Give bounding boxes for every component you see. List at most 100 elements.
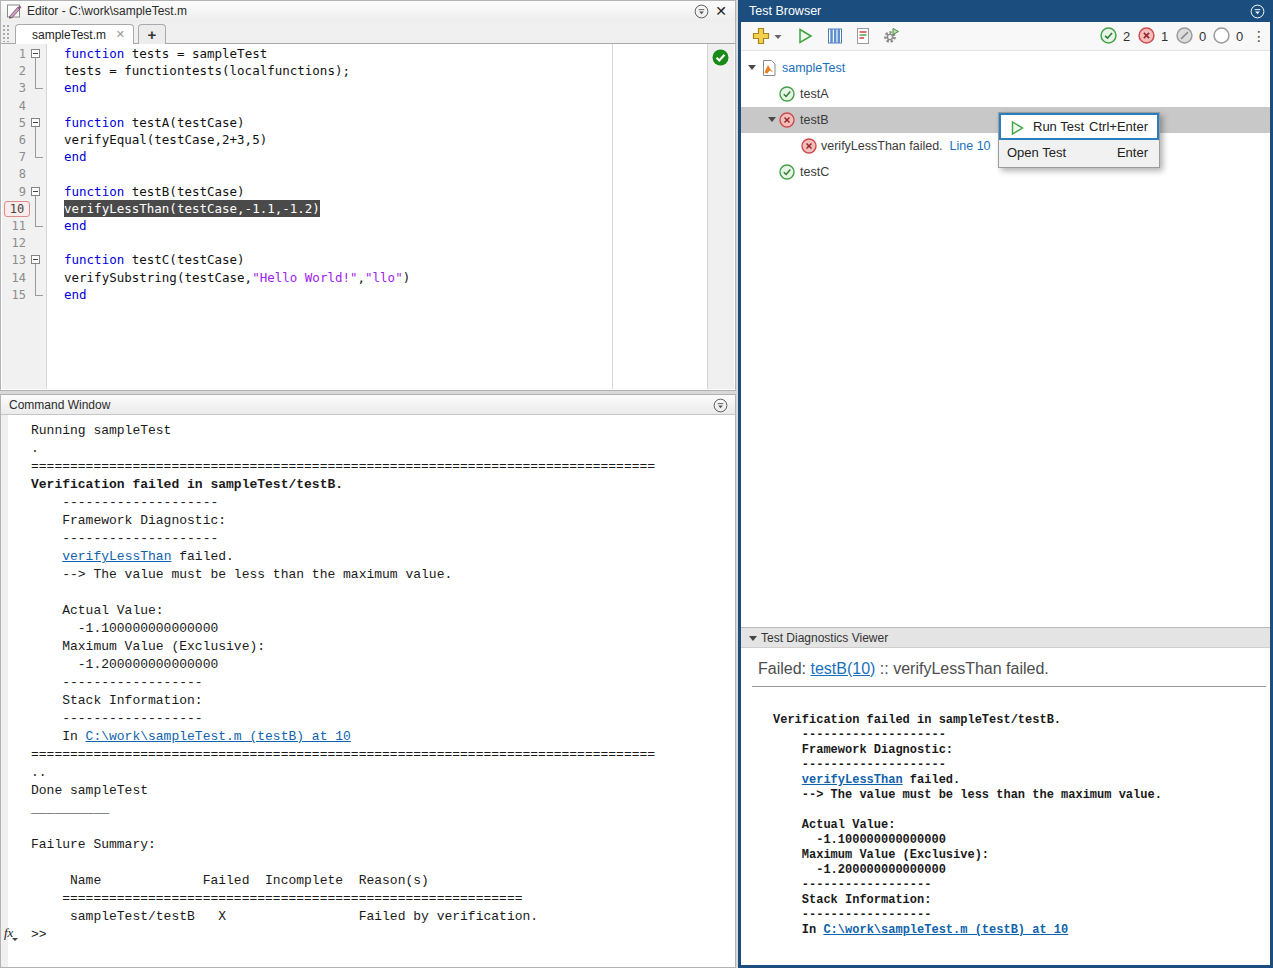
fold-connector — [35, 196, 36, 226]
menu-item-label: Open Test — [1007, 145, 1066, 160]
fold-marker-icon[interactable] — [31, 118, 40, 127]
diagnostics-line: In C:\work\sampleTest.m (testB) at 10 — [773, 923, 1162, 938]
code-line-12[interactable]: 12 — [2, 234, 706, 251]
diagnostics-line: Framework Diagnostic: — [773, 743, 1162, 758]
code-text: function tests = sampleTest — [64, 45, 267, 62]
line-number-badge[interactable]: 10 — [4, 201, 30, 217]
expander-icon[interactable] — [748, 65, 756, 74]
badge-fail-count: 1 — [1161, 29, 1168, 44]
badge-skip-icon — [1176, 27, 1193, 44]
line-number[interactable]: 1 — [2, 47, 26, 61]
tree-item-sampletest[interactable]: sampleTest — [741, 55, 1270, 81]
add-tests-button[interactable] — [752, 27, 770, 45]
code-line-5[interactable]: 5function testA(testCase) — [2, 114, 706, 131]
line-number[interactable]: 8 — [2, 167, 26, 181]
code-line-1[interactable]: 1 function tests = sampleTest — [2, 45, 706, 62]
line-number[interactable]: 7 — [2, 150, 26, 164]
line-number[interactable]: 15 — [2, 288, 26, 302]
line-number[interactable]: 13 — [2, 253, 26, 267]
diagnostics-viewer-header[interactable]: Test Diagnostics Viewer — [741, 627, 1270, 648]
line-number[interactable]: 11 — [2, 219, 26, 233]
menu-item-run-test[interactable]: Run TestCtrl+Enter — [999, 113, 1159, 140]
tab-close-icon[interactable]: ✕ — [116, 28, 125, 41]
console-line: ========================================… — [31, 458, 655, 476]
command-window-content[interactable]: Running sampleTest.=====================… — [1, 415, 735, 967]
badge-pass-icon — [1100, 27, 1117, 44]
diagnostics-line: -1.200000000000000 — [773, 863, 1162, 878]
console-link[interactable]: verifyLessThan — [62, 549, 171, 564]
console-line: verifyLessThan failed. — [31, 548, 655, 566]
line-number[interactable]: 4 — [2, 99, 26, 113]
console-line: -------------------- — [31, 530, 655, 548]
diagnostics-viewer-content: Failed: testB(10) :: verifyLessThan fail… — [741, 649, 1270, 965]
editor-panel: Editor - C:\work\sampleTest.m ✕ sampleTe… — [0, 0, 736, 391]
code-line-10[interactable]: 10verifyLessThan(testCase,-1.1,-1.2) — [2, 200, 706, 217]
code-analyzer-status-icon[interactable] — [712, 49, 729, 66]
code-line-14[interactable]: 14 verifySubstring(testCase,"Hello World!… — [2, 269, 706, 286]
console-line: ========================================… — [31, 746, 655, 764]
run-in-parallel-button[interactable] — [826, 27, 844, 45]
command-window-menu-icon[interactable] — [713, 398, 728, 413]
new-tab-button[interactable]: + — [138, 24, 166, 44]
fold-end-tick — [35, 157, 43, 158]
console-link[interactable]: C:\work\sampleTest.m (testB) at 10 — [86, 729, 351, 744]
diagnostics-link[interactable]: verifyLessThan — [802, 773, 903, 787]
expander-icon[interactable] — [768, 117, 776, 126]
diagnostics-line: Stack Information: — [773, 893, 1162, 908]
code-area[interactable]: 1 function tests = sampleTest2tests = fun… — [2, 44, 734, 389]
add-tests-dropdown-icon[interactable] — [774, 34, 782, 40]
editor-title: Editor - C:\work\sampleTest.m — [27, 4, 187, 18]
badge-notrun-count: 0 — [1236, 29, 1243, 44]
tree-item-testa[interactable]: testA — [741, 81, 1270, 107]
code-line-3[interactable]: 3end — [2, 79, 706, 96]
menu-item-shortcut: Ctrl+Enter — [1089, 119, 1148, 134]
line-number[interactable]: 12 — [2, 236, 26, 250]
tab-grip-handle[interactable] — [2, 24, 9, 42]
code-line-4[interactable]: 4 — [2, 97, 706, 114]
menu-item-open-test[interactable]: Open TestEnter — [999, 140, 1159, 167]
test-report-button[interactable] — [854, 27, 872, 45]
line-number[interactable]: 9 — [2, 185, 26, 199]
more-options-icon[interactable]: ⋮ — [1252, 28, 1258, 44]
line-number[interactable]: 6 — [2, 133, 26, 147]
editor-menu-icon[interactable] — [694, 4, 709, 19]
badge-skip-count: 0 — [1199, 29, 1206, 44]
context-menu: Run TestCtrl+EnterOpen TestEnter — [998, 112, 1160, 168]
line-number[interactable]: 14 — [2, 271, 26, 285]
code-line-6[interactable]: 6verifyEqual(testCase,2+3,5) — [2, 131, 706, 148]
console-line: Maximum Value (Exclusive): — [31, 638, 655, 656]
diagnostics-line: -------------------- — [773, 758, 1162, 773]
diagnostics-line: verifyLessThan failed. — [773, 773, 1162, 788]
code-line-7[interactable]: 7end — [2, 148, 706, 165]
code-text: verifySubstring(testCase,"Hello World!",… — [64, 269, 410, 286]
customize-run-button[interactable] — [882, 27, 900, 45]
tab-sampletest[interactable]: sampleTest.m ✕ — [15, 24, 134, 44]
diagnostics-link[interactable]: C:\work\sampleTest.m (testB) at 10 — [823, 923, 1068, 937]
heading-test-link[interactable]: testB(10) — [810, 660, 875, 677]
run-tests-button[interactable] — [796, 27, 814, 45]
console-line: Name Failed Incomplete Reason(s) — [31, 872, 655, 890]
code-line-2[interactable]: 2tests = functiontests(localfunctions); — [2, 62, 706, 79]
code-line-15[interactable]: 15end — [2, 286, 706, 303]
fold-marker-icon[interactable] — [31, 49, 40, 58]
line-link[interactable]: Line 10 — [943, 139, 991, 153]
function-hints-icon[interactable]: fx — [4, 925, 13, 941]
fold-marker-icon[interactable] — [31, 255, 40, 264]
heading-prefix: Failed: — [758, 660, 810, 677]
diagnostics-line — [773, 803, 1162, 818]
code-line-9[interactable]: 9 function testB(testCase) — [2, 183, 706, 200]
code-text: function testB(testCase) — [64, 183, 245, 200]
diagnostics-line: -------------------- — [773, 728, 1162, 743]
code-line-8[interactable]: 8 — [2, 165, 706, 182]
test-browser-menu-icon[interactable] — [1250, 4, 1265, 19]
line-number[interactable]: 3 — [2, 81, 26, 95]
fold-marker-icon[interactable] — [31, 187, 40, 196]
fold-end-tick — [35, 295, 43, 296]
line-number[interactable]: 2 — [2, 64, 26, 78]
line-number[interactable]: 5 — [2, 116, 26, 130]
console-line: >> — [31, 926, 655, 944]
close-icon[interactable]: ✕ — [714, 3, 728, 19]
code-line-11[interactable]: 11end — [2, 217, 706, 234]
pass-icon — [779, 164, 795, 180]
code-line-13[interactable]: 13function testC(testCase) — [2, 251, 706, 268]
